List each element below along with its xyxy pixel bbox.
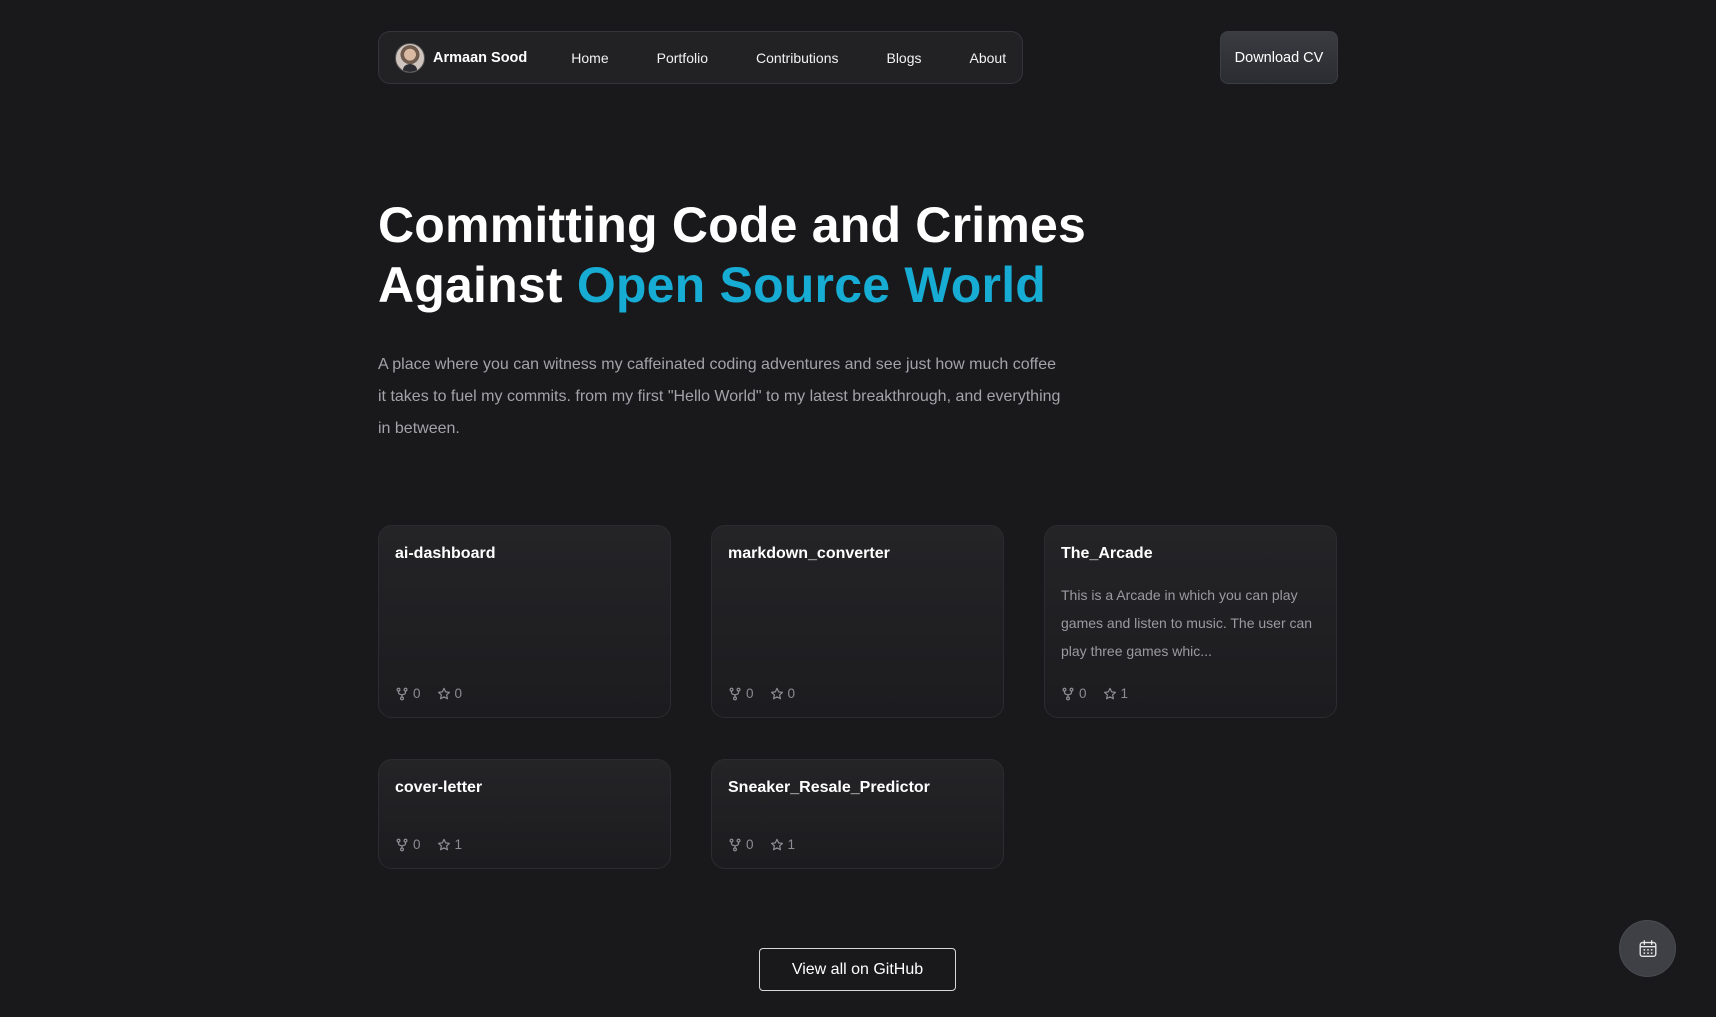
calendar-fab-button[interactable] [1619, 920, 1676, 977]
calendar-icon [1639, 939, 1656, 957]
hero-title-prefix: Against [378, 257, 563, 313]
fork-count: 0 [395, 837, 421, 852]
hero-title-line1: Committing Code and Crimes [378, 197, 1087, 253]
fork-count-value: 0 [413, 837, 421, 852]
fork-count: 0 [728, 686, 754, 701]
download-cv-button[interactable]: Download CV [1220, 31, 1338, 84]
fork-icon [1062, 687, 1074, 700]
repo-stats: 0 0 [728, 686, 811, 701]
page: Armaan Sood Home Portfolio Contributions… [0, 0, 1716, 1017]
brand[interactable]: Armaan Sood [395, 42, 528, 73]
star-count-value: 0 [454, 686, 463, 701]
hero-title-accent: Open Source World [576, 257, 1047, 313]
star-icon [770, 687, 783, 699]
hero: Committing Code and Crimes Against Open … [378, 195, 1098, 315]
view-all-github-button[interactable]: View all on GitHub [759, 948, 956, 991]
navbar: Armaan Sood Home Portfolio Contributions… [378, 31, 1023, 84]
fork-icon [396, 687, 408, 700]
fork-count: 0 [395, 686, 421, 701]
nav-links: Home Portfolio Contributions Blogs About [547, 50, 1030, 66]
repo-name: ai-dashboard [395, 545, 496, 562]
fork-count-value: 0 [1079, 686, 1087, 701]
fork-count-value: 0 [746, 686, 754, 701]
star-icon [437, 838, 450, 850]
repo-stats: 0 0 [395, 686, 478, 701]
repo-card[interactable]: Sneaker_Resale_Predictor 0 1 [711, 759, 1004, 869]
star-count-value: 1 [454, 837, 463, 852]
repo-stats: 0 1 [395, 837, 478, 852]
repo-card[interactable]: cover-letter 0 1 [378, 759, 671, 869]
hero-description: A place where you can witness my caffein… [378, 356, 1061, 437]
star-count: 1 [437, 837, 463, 852]
star-count: 1 [1103, 686, 1129, 701]
fork-icon [396, 838, 408, 851]
star-count: 0 [437, 686, 463, 701]
repo-name: The_Arcade [1061, 545, 1153, 562]
nav-link-about[interactable]: About [946, 50, 1031, 66]
star-count-value: 1 [1120, 686, 1129, 701]
repo-name: markdown_converter [728, 545, 890, 562]
fork-icon [729, 687, 741, 700]
nav-link-home[interactable]: Home [547, 50, 632, 66]
nav-link-contributions[interactable]: Contributions [732, 50, 863, 66]
repo-name: cover-letter [395, 779, 483, 796]
repo-card[interactable]: markdown_converter 0 0 [711, 525, 1004, 718]
brand-name: Armaan Sood [433, 49, 528, 66]
fork-count: 0 [728, 837, 754, 852]
repo-stats: 0 1 [728, 837, 811, 852]
hero-title: Committing Code and Crimes Against Open … [378, 195, 1098, 315]
avatar [395, 42, 425, 73]
star-count: 0 [770, 686, 796, 701]
nav-link-blogs[interactable]: Blogs [862, 50, 945, 66]
repo-description: This is a Arcade in which you can play g… [1061, 587, 1313, 659]
star-icon [437, 687, 450, 699]
repo-name: Sneaker_Resale_Predictor [728, 779, 930, 796]
fork-count-value: 0 [746, 837, 754, 852]
star-icon [770, 838, 783, 850]
fork-icon [729, 838, 741, 851]
repo-stats: 0 1 [1061, 686, 1144, 701]
star-icon [1103, 687, 1116, 699]
repo-card[interactable]: The_Arcade This is a Arcade in which you… [1044, 525, 1337, 718]
star-count: 1 [770, 837, 796, 852]
nav-link-portfolio[interactable]: Portfolio [633, 50, 732, 66]
fork-count: 0 [1061, 686, 1087, 701]
fork-count-value: 0 [413, 686, 421, 701]
star-count-value: 1 [787, 837, 796, 852]
star-count-value: 0 [787, 686, 796, 701]
repo-card[interactable]: ai-dashboard 0 0 [378, 525, 671, 718]
